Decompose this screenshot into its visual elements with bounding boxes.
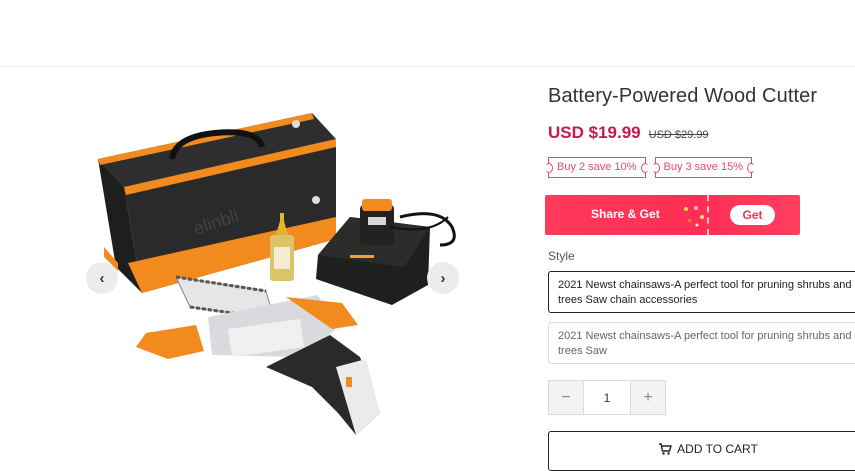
add-to-cart-label: ADD TO CART [677,442,758,456]
style-option[interactable]: 2021 Newst chainsaws-A perfect tool for … [548,271,855,313]
tool-bag: elinbli [98,113,336,293]
add-to-cart-button[interactable]: ADD TO CART [548,431,855,471]
quantity-input[interactable] [583,381,631,414]
style-label: Style [548,249,575,263]
coupon-tag[interactable]: Buy 3 save 15% [651,157,755,178]
cart-icon [659,443,673,455]
gallery-next-button[interactable]: › [427,262,459,294]
chainsaw [136,275,380,435]
price-row: USD $19.99 USD $29.99 [548,123,709,143]
original-price: USD $29.99 [648,129,709,141]
style-option[interactable]: 2021 Newst chainsaws-A perfect tool for … [548,322,855,364]
coupon-list: Buy 2 save 10% Buy 3 save 15% [545,157,755,178]
quantity-decrease-button[interactable]: − [549,381,583,414]
gallery-prev-button[interactable]: ‹ [86,262,118,294]
quantity-stepper: − + [548,380,666,415]
product-info: Battery-Powered Wood Cutter USD $19.99 U… [545,0,855,471]
share-and-get-banner[interactable]: Share & Get Get [545,195,800,235]
banner-divider [707,195,709,235]
coupon-tag[interactable]: Buy 2 save 10% [545,157,648,178]
chevron-right-icon: › [440,269,446,287]
get-button[interactable]: Get [730,205,775,225]
sale-price: USD $19.99 [548,123,641,142]
product-title: Battery-Powered Wood Cutter [548,85,818,107]
chevron-left-icon: ‹ [99,269,105,287]
product-image: elinbli [98,113,456,435]
share-label: Share & Get [591,207,660,221]
product-gallery: elinbli ‹ › [0,67,530,451]
confetti-icon [684,206,704,227]
quantity-increase-button[interactable]: + [631,381,665,414]
